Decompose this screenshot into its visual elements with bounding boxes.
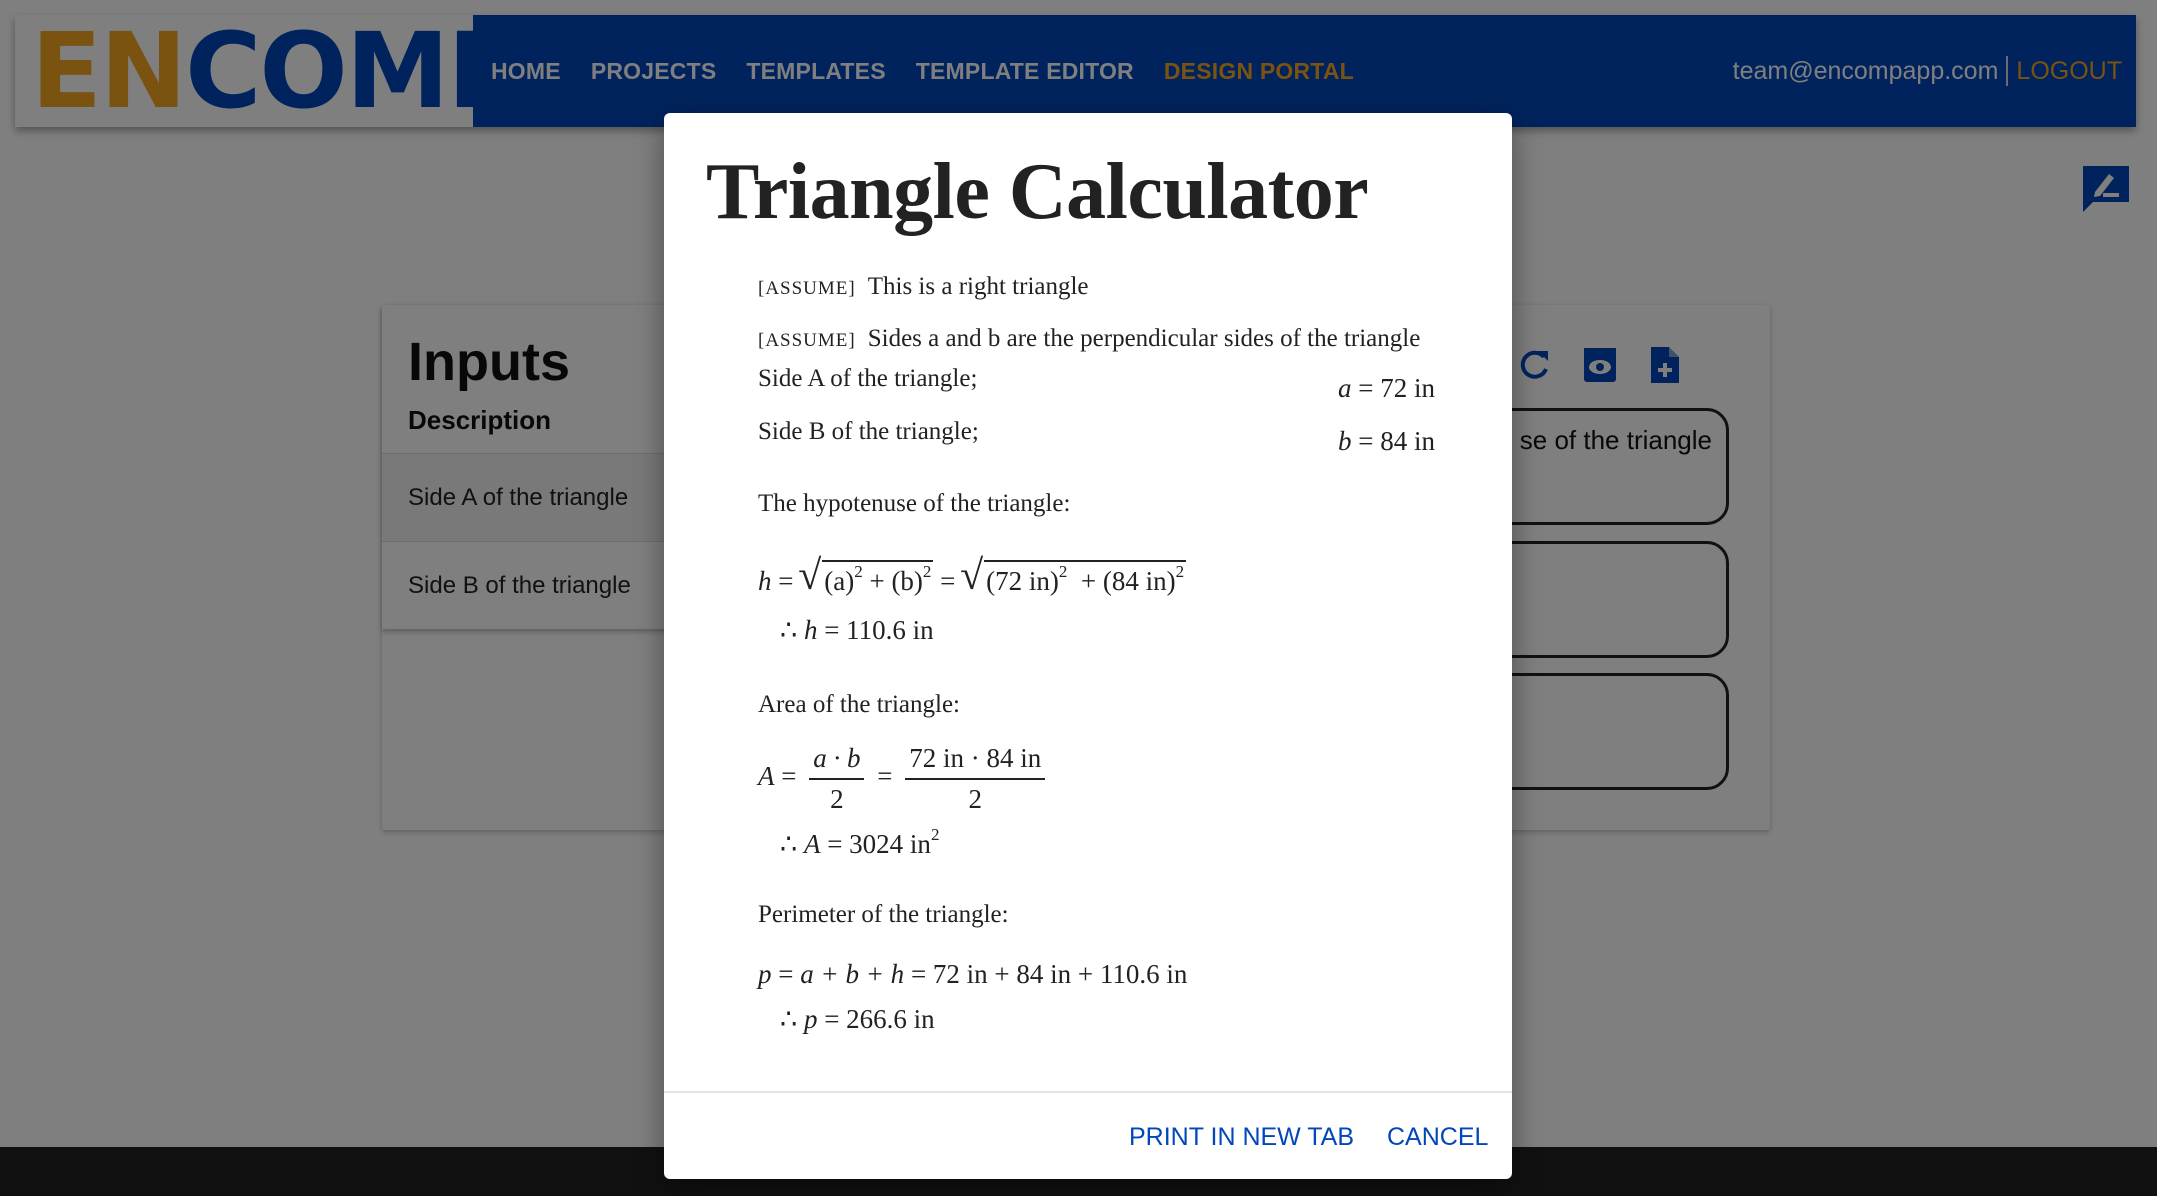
print-in-new-tab-button[interactable]: PRINT IN NEW TAB — [1129, 1123, 1354, 1152]
fraction: a · b2 — [809, 743, 865, 815]
assume-tag: [ASSUME] — [758, 330, 856, 351]
hypotenuse-result: ∴ h = 110.6 in — [780, 615, 934, 645]
cancel-button[interactable]: CANCEL — [1387, 1123, 1488, 1152]
hypotenuse-heading: The hypotenuse of the triangle: — [758, 490, 1071, 517]
area-formula: A = a · b2 = 72 in · 84 in 2 — [758, 743, 1051, 815]
hypotenuse-formula: h = (a)2 + (b)2 = (72 in)2 + (84 in)2 — [758, 552, 1187, 600]
perimeter-heading: Perimeter of the triangle: — [758, 901, 1009, 928]
input-line-a: Side A of the triangle; — [758, 365, 978, 392]
assume-tag: [ASSUME] — [758, 278, 856, 299]
modal-title: Triangle Calculator — [706, 148, 1369, 236]
input-value-a: a = 72 in — [1338, 373, 1435, 403]
modal-footer-divider — [664, 1091, 1512, 1093]
area-result: ∴ A = 3024 in2 — [780, 825, 940, 859]
report-modal: Triangle Calculator [ASSUME] This is a ri… — [664, 113, 1512, 1179]
input-value-b: b = 84 in — [1338, 426, 1435, 456]
fraction: 72 in · 84 in 2 — [905, 743, 1046, 815]
perimeter-result: ∴ p = 266.6 in — [780, 1004, 935, 1034]
area-heading: Area of the triangle: — [758, 691, 960, 718]
input-line-b: Side B of the triangle; — [758, 418, 979, 445]
square-root: (a)2 + (b)2 — [798, 552, 934, 600]
assumption-2: [ASSUME] Sides a and b are the perpendicu… — [758, 325, 1421, 352]
square-root: (72 in)2 + (84 in)2 — [960, 552, 1187, 600]
assumption-1: [ASSUME] This is a right triangle — [758, 273, 1089, 300]
perimeter-formula: p = a + b + h = 72 in + 84 in + 110.6 in — [758, 959, 1188, 989]
